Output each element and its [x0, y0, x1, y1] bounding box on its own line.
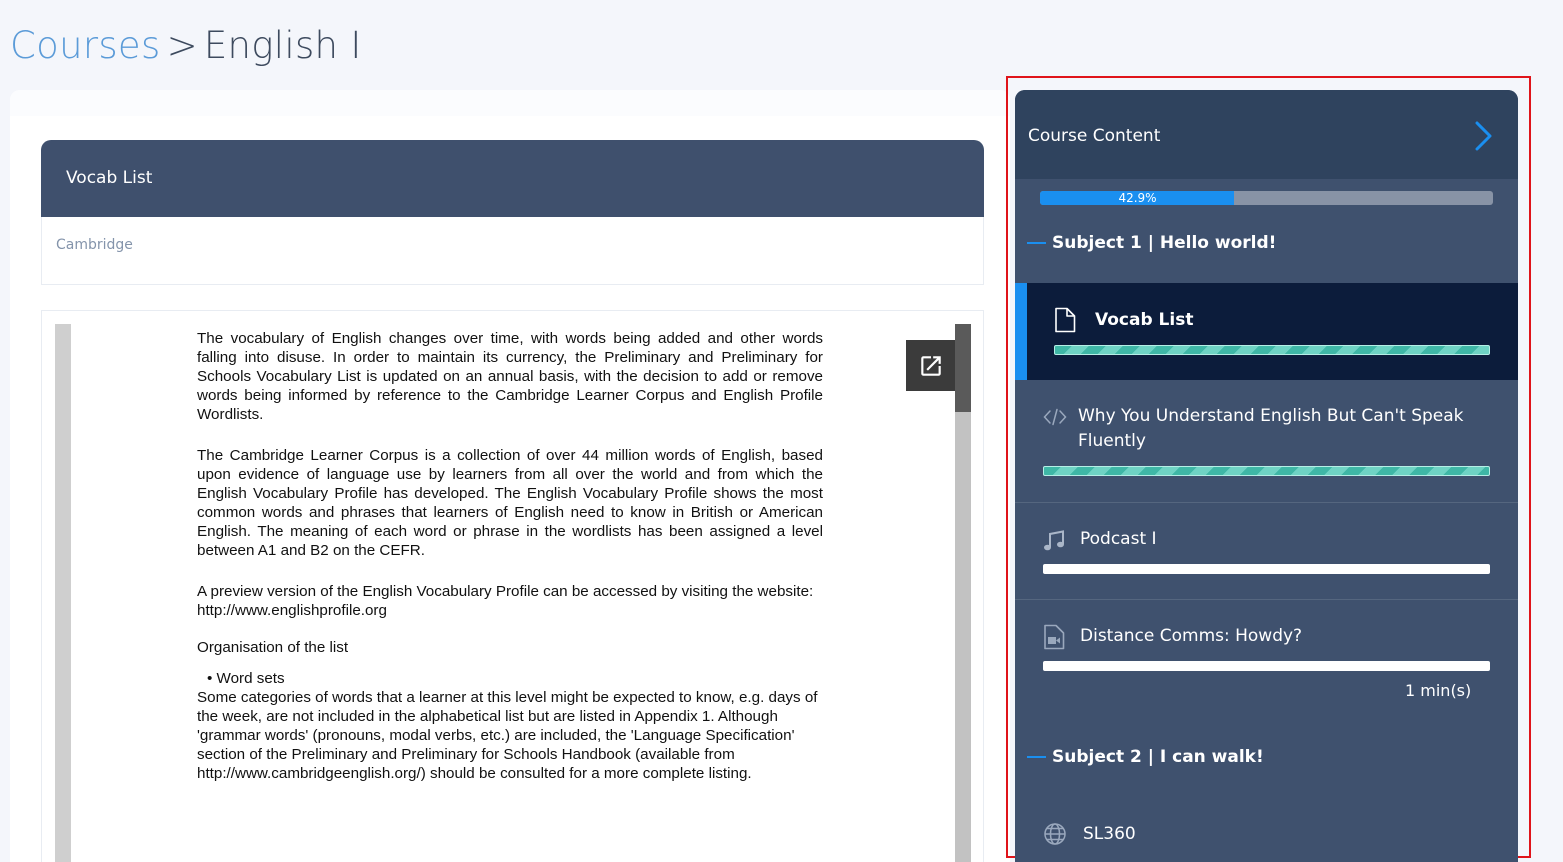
- content-item-progress: [1054, 345, 1490, 355]
- lesson-header: Vocab List: [41, 140, 984, 217]
- lesson-card: Vocab List Cambridge The vocabulary of E…: [10, 90, 1010, 862]
- document-viewer: The vocabulary of English changes over t…: [41, 310, 984, 862]
- sidebar-title: Course Content: [1028, 126, 1161, 146]
- code-icon: [1043, 408, 1067, 426]
- sidebar-header: Course Content: [1015, 90, 1518, 179]
- content-item-progress: [1043, 466, 1490, 476]
- content-item-label: Distance Comms: Howdy?: [1080, 626, 1303, 646]
- content-item-label: SL360: [1083, 824, 1136, 844]
- subject-2-title: Subject 2 | I can walk!: [1052, 747, 1264, 767]
- content-item-label: Vocab List: [1095, 310, 1194, 330]
- music-icon: [1044, 530, 1064, 551]
- subject-2-header[interactable]: Subject 2 | I can walk!: [1027, 747, 1264, 767]
- document-icon: [1055, 307, 1076, 333]
- content-item-progress: [1043, 564, 1490, 574]
- document-paragraph: Some categories of words that a learner …: [197, 689, 818, 782]
- course-progress-label: 42.9%: [1118, 191, 1157, 205]
- lesson-card-top: [10, 90, 1010, 116]
- external-link-icon: [921, 355, 941, 376]
- content-item-why-you-understand[interactable]: Why You Understand English But Can't Spe…: [1015, 380, 1518, 503]
- breadcrumb-courses-link[interactable]: Courses: [10, 24, 161, 67]
- breadcrumb: Courses > English I: [10, 24, 362, 67]
- document-paragraph: The Cambridge Learner Corpus is a collec…: [197, 447, 823, 559]
- viewer-scrollbar[interactable]: [955, 324, 971, 862]
- content-item-label: Why You Understand English But Can't Spe…: [1078, 406, 1464, 451]
- content-item-podcast[interactable]: Podcast I: [1015, 503, 1518, 600]
- collapse-dash-icon: [1027, 756, 1046, 758]
- open-in-new-window-button[interactable]: [906, 340, 956, 391]
- viewer-scrollbar-thumb[interactable]: [955, 324, 971, 412]
- lesson-subtitle: Cambridge: [56, 237, 133, 253]
- content-item-vocab-list[interactable]: Vocab List: [1015, 283, 1518, 380]
- breadcrumb-separator: >: [166, 24, 198, 67]
- breadcrumb-current: English I: [203, 24, 362, 67]
- collapse-sidebar-button[interactable]: [1473, 120, 1495, 156]
- globe-icon: [1044, 823, 1066, 845]
- document-paragraph: A preview version of the English Vocabul…: [197, 583, 814, 619]
- content-item-distance-comms[interactable]: Distance Comms: Howdy? 1 min(s): [1015, 600, 1518, 740]
- video-file-icon: [1044, 624, 1065, 650]
- subject-1-header[interactable]: Subject 1 | Hello world!: [1027, 233, 1276, 253]
- document-bullet: • Word sets: [207, 670, 285, 687]
- subject-1-title: Subject 1 | Hello world!: [1052, 233, 1277, 253]
- collapse-dash-icon: [1027, 242, 1046, 244]
- content-item-sl360[interactable]: SL360: [1015, 804, 1518, 862]
- document-paragraph: The vocabulary of English changes over t…: [197, 330, 823, 423]
- document-page: The vocabulary of English changes over t…: [197, 329, 823, 805]
- chevron-right-icon: [1475, 121, 1492, 151]
- course-progress-bar: 42.9%: [1040, 191, 1493, 205]
- content-item-label: Podcast I: [1080, 529, 1157, 549]
- content-item-duration: 1 min(s): [1405, 681, 1472, 700]
- lesson-subtitle-box: Cambridge: [41, 217, 984, 285]
- course-content-sidebar: Course Content 42.9% Subject 1 | Hello w…: [1015, 90, 1518, 862]
- lesson-title: Vocab List: [66, 168, 153, 188]
- content-item-progress: [1043, 661, 1490, 671]
- document-heading: Organisation of the list: [197, 639, 349, 656]
- viewer-left-gutter: [55, 324, 71, 862]
